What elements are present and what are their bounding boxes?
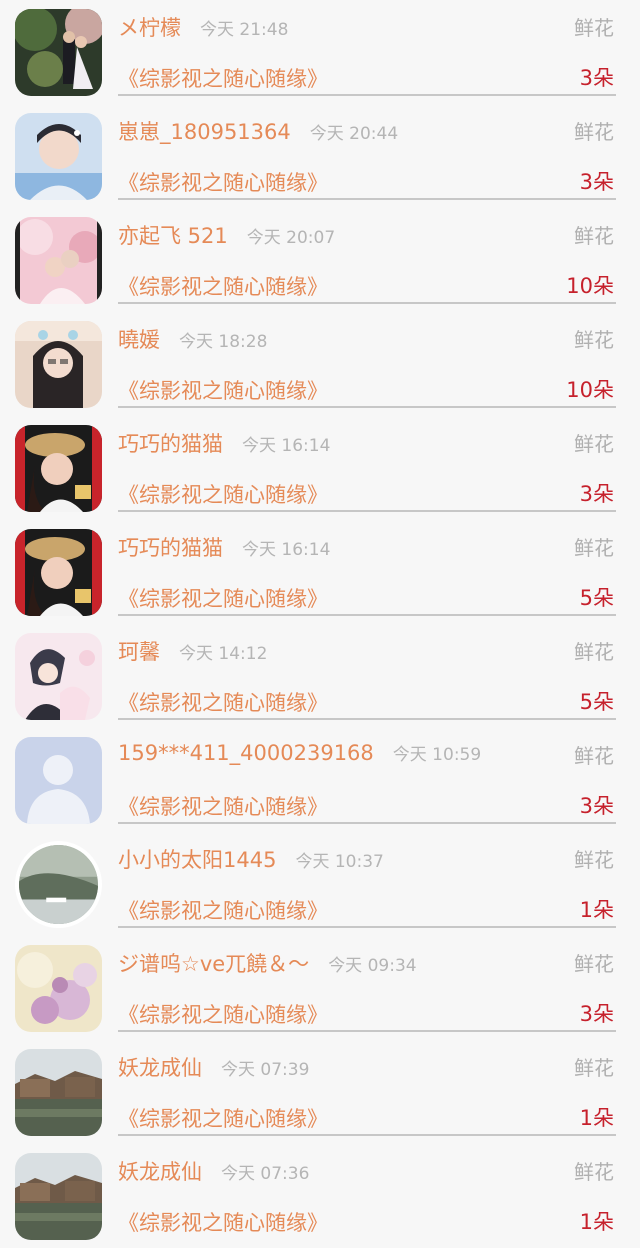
- book-title[interactable]: 《综影视之随心随缘》: [118, 687, 328, 717]
- timestamp: 今天 14:12: [179, 644, 268, 664]
- avatar[interactable]: [15, 945, 102, 1032]
- timestamp: 今天 21:48: [200, 20, 289, 40]
- username[interactable]: 巧巧的猫猫: [118, 428, 223, 458]
- timestamp: 今天 18:28: [179, 332, 268, 352]
- gift-type: 鲜花: [574, 1056, 614, 1080]
- timestamp: 今天 09:34: [328, 956, 417, 976]
- book-title[interactable]: 《综影视之随心随缘》: [118, 999, 328, 1029]
- divider: [118, 198, 616, 200]
- book-title[interactable]: 《综影视之随心随缘》: [118, 479, 328, 509]
- divider: [118, 510, 616, 512]
- gift-type: 鲜花: [574, 224, 614, 248]
- gift-count: 1朵: [579, 1210, 614, 1234]
- divider: [118, 94, 616, 96]
- list-item[interactable]: 小小的太阳1445 今天 10:37 鲜花 《综影视之随心随缘》 1朵: [0, 832, 640, 936]
- avatar[interactable]: [15, 737, 102, 824]
- gift-type: 鲜花: [574, 848, 614, 872]
- list-item[interactable]: 巧巧的猫猫 今天 16:14 鲜花 《综影视之随心随缘》 3朵: [0, 416, 640, 520]
- timestamp: 今天 10:59: [392, 745, 482, 765]
- avatar[interactable]: [15, 1153, 102, 1240]
- book-title[interactable]: 《综影视之随心随缘》: [118, 271, 328, 301]
- username[interactable]: 妖龙成仙: [118, 1052, 202, 1082]
- avatar[interactable]: [15, 841, 102, 928]
- avatar[interactable]: [15, 633, 102, 720]
- list-item[interactable]: 亦起飞 521 今天 20:07 鲜花 《综影视之随心随缘》 10朵: [0, 208, 640, 312]
- list-item[interactable]: 妖龙成仙 今天 07:36 鲜花 《综影视之随心随缘》 1朵: [0, 1144, 640, 1248]
- list-item[interactable]: 159***411_4000239168 今天 10:59 鲜花 《综影视之随心…: [0, 728, 640, 832]
- divider: [118, 718, 616, 720]
- divider: [118, 926, 616, 928]
- username[interactable]: 曉媛: [118, 324, 160, 354]
- book-title[interactable]: 《综影视之随心随缘》: [118, 1103, 328, 1133]
- username[interactable]: 159***411_4000239168: [118, 741, 374, 765]
- divider: [118, 822, 616, 824]
- username[interactable]: 小小的太阳1445: [118, 844, 276, 874]
- timestamp: 今天 16:14: [242, 540, 331, 560]
- avatar[interactable]: [15, 425, 102, 512]
- avatar[interactable]: [15, 217, 102, 304]
- username[interactable]: 妖龙成仙: [118, 1156, 202, 1186]
- book-title[interactable]: 《综影视之随心随缘》: [118, 583, 328, 613]
- gift-count: 1朵: [579, 1106, 614, 1130]
- list-item[interactable]: 巧巧的猫猫 今天 16:14 鲜花 《综影视之随心随缘》 5朵: [0, 520, 640, 624]
- avatar[interactable]: [15, 9, 102, 96]
- gift-type: 鲜花: [574, 640, 614, 664]
- avatar[interactable]: [15, 321, 102, 408]
- list-item[interactable]: 崽崽_180951364 今天 20:44 鲜花 《综影视之随心随缘》 3朵: [0, 104, 640, 208]
- gift-count: 3朵: [579, 1002, 614, 1026]
- gift-type: 鲜花: [574, 328, 614, 352]
- divider: [118, 614, 616, 616]
- username[interactable]: 珂馨: [118, 636, 160, 666]
- gift-count: 1朵: [579, 898, 614, 922]
- gift-count: 5朵: [579, 586, 614, 610]
- divider: [118, 1134, 616, 1136]
- gift-count: 3朵: [579, 794, 614, 818]
- timestamp: 今天 07:39: [221, 1060, 310, 1080]
- gift-type: 鲜花: [574, 1160, 614, 1184]
- avatar[interactable]: [15, 1049, 102, 1136]
- gift-count: 3朵: [579, 66, 614, 90]
- timestamp: 今天 16:14: [242, 436, 331, 456]
- gift-type: 鲜花: [574, 16, 614, 40]
- list-item[interactable]: ジ谱呜☆ve兀饒＆～ 今天 09:34 鲜花 《综影视之随心随缘》 3朵: [0, 936, 640, 1040]
- gift-type: 鲜花: [574, 536, 614, 560]
- list-item[interactable]: 曉媛 今天 18:28 鲜花 《综影视之随心随缘》 10朵: [0, 312, 640, 416]
- username[interactable]: メ柠檬: [118, 12, 181, 42]
- timestamp: 今天 20:44: [309, 124, 399, 144]
- divider: [118, 1030, 616, 1032]
- list-item[interactable]: メ柠檬 今天 21:48 鲜花 《综影视之随心随缘》 3朵: [0, 0, 640, 104]
- gift-count: 10朵: [566, 274, 614, 298]
- timestamp: 今天 10:37: [295, 852, 384, 872]
- divider: [118, 302, 616, 304]
- gift-count: 10朵: [566, 378, 614, 402]
- book-title[interactable]: 《综影视之随心随缘》: [118, 167, 328, 197]
- book-title[interactable]: 《综影视之随心随缘》: [118, 63, 328, 93]
- avatar[interactable]: [15, 113, 102, 200]
- gift-type: 鲜花: [574, 120, 614, 144]
- book-title[interactable]: 《综影视之随心随缘》: [118, 895, 328, 925]
- list-item[interactable]: 妖龙成仙 今天 07:39 鲜花 《综影视之随心随缘》 1朵: [0, 1040, 640, 1144]
- username[interactable]: ジ谱呜☆ve兀饒＆～: [118, 948, 309, 978]
- gift-type: 鲜花: [574, 744, 614, 768]
- book-title[interactable]: 《综影视之随心随缘》: [118, 1207, 328, 1237]
- gift-count: 3朵: [579, 170, 614, 194]
- gift-type: 鲜花: [574, 952, 614, 976]
- avatar[interactable]: [15, 529, 102, 616]
- gift-type: 鲜花: [574, 432, 614, 456]
- gift-count: 3朵: [579, 482, 614, 506]
- divider: [118, 406, 616, 408]
- book-title[interactable]: 《综影视之随心随缘》: [118, 375, 328, 405]
- username[interactable]: 巧巧的猫猫: [118, 532, 223, 562]
- gift-count: 5朵: [579, 690, 614, 714]
- timestamp: 今天 20:07: [246, 228, 336, 248]
- gift-list: メ柠檬 今天 21:48 鲜花 《综影视之随心随缘》 3朵 崽崽_1809513…: [0, 0, 640, 1248]
- timestamp: 今天 07:36: [221, 1164, 310, 1184]
- book-title[interactable]: 《综影视之随心随缘》: [118, 791, 328, 821]
- username[interactable]: 亦起飞 521: [118, 220, 228, 250]
- username[interactable]: 崽崽_180951364: [118, 116, 291, 146]
- list-item[interactable]: 珂馨 今天 14:12 鲜花 《综影视之随心随缘》 5朵: [0, 624, 640, 728]
